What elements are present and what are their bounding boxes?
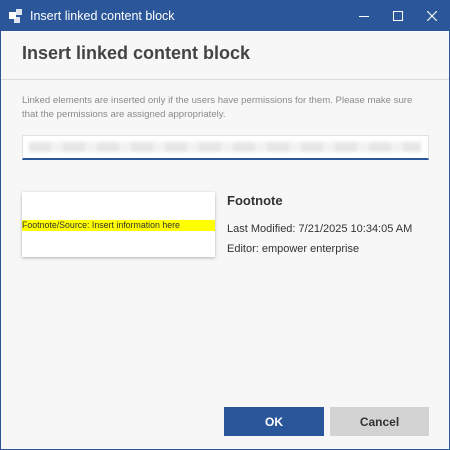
content-block-last-modified: Last Modified: 7/21/2025 10:34:05 AM	[227, 223, 413, 235]
ok-button[interactable]: OK	[224, 407, 324, 436]
content-block-editor: Editor: empower enterprise	[227, 243, 360, 255]
maximize-icon[interactable]	[381, 1, 415, 31]
window-title: Insert linked content block	[30, 9, 175, 23]
dialog-heading: Insert linked content block	[22, 43, 251, 63]
close-icon[interactable]	[415, 1, 449, 31]
content-block-preview-card[interactable]: Footnote/Source: Insert information here	[22, 192, 215, 257]
content-block-name: Footnote	[227, 193, 283, 208]
title-bar[interactable]: Insert linked content block	[1, 1, 449, 31]
search-input[interactable]	[22, 135, 429, 160]
content-block-preview-text: Footnote/Source: Insert information here	[22, 220, 215, 231]
search-input-value	[29, 142, 421, 152]
app-icon	[9, 9, 23, 23]
dialog-content: Insert linked content block Linked eleme…	[1, 31, 449, 449]
heading-divider	[1, 79, 449, 80]
permissions-info-text: Linked elements are inserted only if the…	[22, 95, 413, 120]
cancel-button[interactable]: Cancel	[330, 407, 429, 436]
dialog-window: Insert linked content block Insert linke…	[0, 0, 450, 450]
minimize-icon[interactable]	[347, 1, 381, 31]
